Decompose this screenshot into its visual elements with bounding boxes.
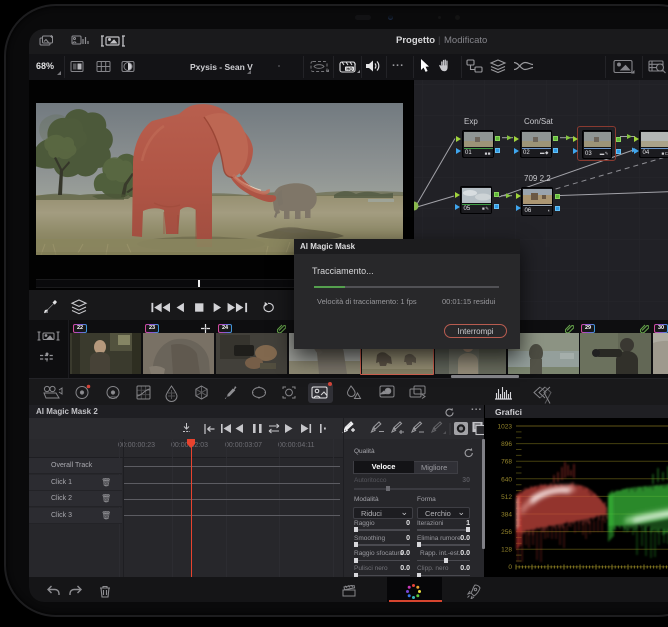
svg-text:0: 0 xyxy=(508,564,512,571)
svg-text:896: 896 xyxy=(501,441,512,448)
svg-text:256: 256 xyxy=(501,529,512,536)
svg-text:HDR: HDR xyxy=(109,395,118,400)
svg-text:640: 640 xyxy=(501,477,512,484)
svg-text:384: 384 xyxy=(501,512,512,519)
svg-text:768: 768 xyxy=(501,459,512,466)
svg-text:512: 512 xyxy=(501,494,512,501)
svg-text:128: 128 xyxy=(501,547,512,554)
svg-text:1023: 1023 xyxy=(498,424,513,431)
